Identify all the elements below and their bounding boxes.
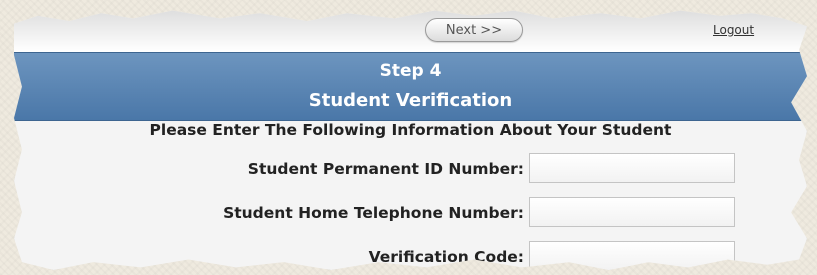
logout-link[interactable]: Logout	[713, 23, 754, 37]
student-id-input[interactable]	[529, 153, 735, 183]
step-number: Step 4	[379, 61, 442, 81]
verification-code-label: Verification Code:	[368, 248, 524, 266]
next-button[interactable]: Next >>	[425, 18, 523, 42]
home-telephone-label: Student Home Telephone Number:	[223, 204, 524, 222]
page-title: Student Verification	[308, 90, 513, 111]
home-telephone-input[interactable]	[529, 197, 735, 227]
step-header-banner: Step 4 Student Verification	[14, 52, 807, 121]
student-id-label: Student Permanent ID Number:	[247, 160, 524, 178]
torn-paper-panel: Next >> Logout Step 4 Student Verificati…	[14, 10, 807, 270]
form-instructions: Please Enter The Following Information A…	[149, 121, 672, 139]
